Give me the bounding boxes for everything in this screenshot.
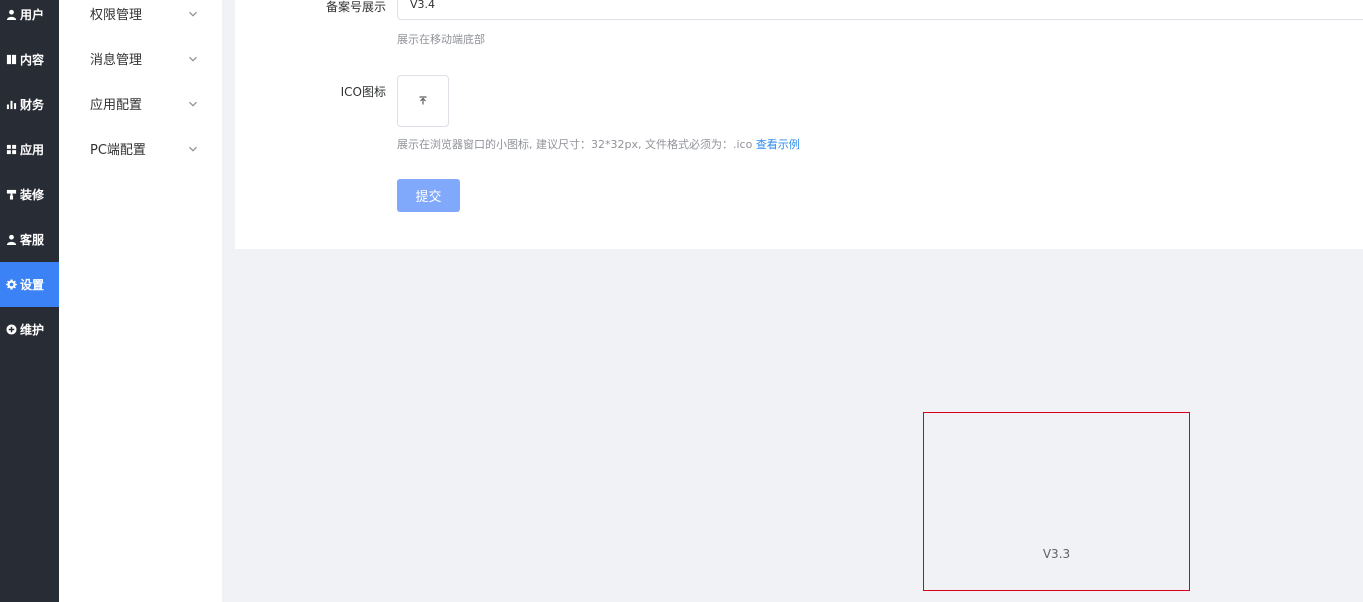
sidebar-item-label: 设置	[20, 278, 45, 292]
sidebar-item-apps[interactable]: 应用	[0, 127, 59, 172]
ico-hint: 展示在浏览器窗口的小图标, 建议尺寸：32*32px, 文件格式必须为：.ico…	[397, 136, 800, 152]
sidebar-item-finance[interactable]: 财务	[0, 82, 59, 127]
app-root: 用户 内容 财务 应用 装修 客服 设置 维护 权限管理 消息管理 应用配置 P…	[0, 0, 1363, 602]
menu-item-messages[interactable]: 消息管理	[59, 36, 222, 81]
chevron-down-icon	[188, 8, 198, 18]
sidebar-item-settings[interactable]: 设置	[0, 262, 59, 307]
book-icon	[5, 54, 17, 66]
sidebar-item-label: 财务	[20, 98, 45, 112]
ico-label: ICO图标	[340, 85, 386, 99]
sidebar-item-content[interactable]: 内容	[0, 37, 59, 82]
record-number-hint: 展示在移动端底部	[397, 33, 485, 46]
chevron-down-icon	[188, 53, 198, 63]
settings-form-card: 备案号展示 展示在移动端底部 ICO图标 展示在浏览器窗口的小图标, 建议尺寸：…	[235, 0, 1363, 249]
circle-plus-icon	[5, 324, 17, 336]
version-text: V3.3	[1042, 547, 1071, 561]
sidebar-item-label: 客服	[20, 233, 45, 247]
record-number-input[interactable]	[397, 0, 1363, 20]
menu-item-label: 消息管理	[90, 53, 143, 68]
menu-item-label: 权限管理	[90, 8, 143, 23]
menu-item-pc-config[interactable]: PC端配置	[59, 126, 222, 171]
version-box: V3.3	[923, 412, 1190, 591]
menu-item-permissions[interactable]: 权限管理	[59, 0, 222, 36]
user-icon	[5, 9, 17, 21]
sidebar-item-users[interactable]: 用户	[0, 0, 59, 37]
paint-roller-icon	[5, 189, 17, 201]
ico-hint-text: 展示在浏览器窗口的小图标, 建议尺寸：32*32px, 文件格式必须为：.ico	[397, 138, 753, 151]
sidebar-item-label: 应用	[20, 143, 45, 157]
menu-item-app-config[interactable]: 应用配置	[59, 81, 222, 126]
submit-button[interactable]: 提交	[397, 179, 460, 212]
view-example-link[interactable]: 查看示例	[756, 138, 800, 151]
secondary-sidebar: 权限管理 消息管理 应用配置 PC端配置	[59, 0, 222, 602]
ico-upload-button[interactable]	[397, 75, 449, 127]
chevron-down-icon	[188, 98, 198, 108]
sidebar-item-customer-service[interactable]: 客服	[0, 217, 59, 262]
menu-item-label: 应用配置	[90, 98, 143, 113]
sidebar-item-label: 用户	[20, 8, 45, 22]
chevron-down-icon	[188, 143, 198, 153]
user-icon	[5, 234, 17, 246]
menu-item-label: PC端配置	[90, 143, 146, 158]
grid-icon	[5, 144, 17, 156]
sidebar-item-maintenance[interactable]: 维护	[0, 307, 59, 352]
upload-icon	[419, 96, 427, 105]
gear-icon	[5, 279, 17, 291]
sidebar-item-label: 内容	[20, 53, 45, 67]
primary-sidebar: 用户 内容 财务 应用 装修 客服 设置 维护	[0, 0, 59, 602]
bar-chart-icon	[5, 99, 17, 111]
record-number-label: 备案号展示	[325, 0, 386, 14]
sidebar-item-label: 装修	[20, 188, 45, 202]
sidebar-item-decoration[interactable]: 装修	[0, 172, 59, 217]
sidebar-item-label: 维护	[20, 323, 45, 337]
